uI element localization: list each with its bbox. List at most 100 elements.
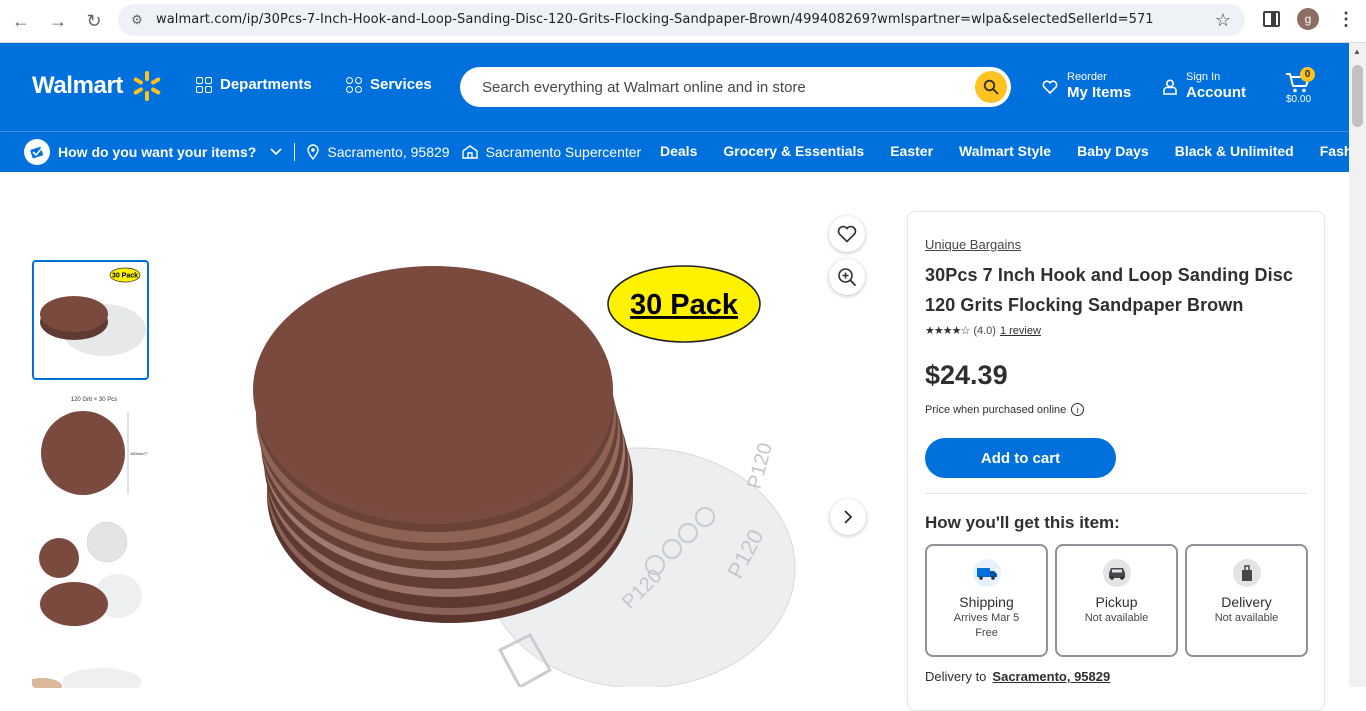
delivery-location: Delivery to Sacramento, 95829 bbox=[925, 669, 1110, 684]
nav-link-grocery[interactable]: Grocery & Essentials bbox=[723, 143, 864, 159]
departments-button[interactable]: Departments bbox=[196, 76, 312, 93]
fulfillment-question: How do you want your items? bbox=[58, 144, 257, 160]
account-big-label: Account bbox=[1186, 84, 1246, 101]
buy-box: Unique Bargains 30Pcs 7 Inch Hook and Lo… bbox=[907, 211, 1325, 711]
back-icon[interactable]: ← bbox=[8, 8, 34, 34]
thumbnail-image: 120 Grit × 30 Pcs 180mm/7" bbox=[41, 397, 149, 495]
shipping-label: Shipping bbox=[959, 594, 1014, 610]
disc-print-text-3: P120 bbox=[744, 440, 777, 491]
address-bar[interactable]: ⚙ walmart.com/ip/30Pcs-7-Inch-Hook-and-L… bbox=[118, 4, 1245, 36]
divider bbox=[294, 143, 296, 161]
account-button[interactable]: Sign In Account bbox=[1163, 71, 1246, 102]
location-zip[interactable]: Sacramento, 95829 bbox=[327, 144, 449, 160]
forward-icon[interactable]: → bbox=[45, 8, 71, 34]
main-product-image[interactable]: P120 P120 P120 30 Pack bbox=[200, 240, 830, 687]
search-button[interactable] bbox=[975, 71, 1007, 103]
services-label: Services bbox=[370, 76, 432, 93]
reload-icon[interactable]: ↻ bbox=[81, 8, 107, 34]
info-icon[interactable]: i bbox=[1071, 403, 1085, 416]
location-pin-icon bbox=[307, 144, 320, 160]
thumbnail-3[interactable] bbox=[32, 520, 149, 640]
delivery-to-label: Delivery to bbox=[925, 669, 987, 684]
thumbnail-badge-text: 30 Pack bbox=[112, 273, 138, 280]
nav-link-easter[interactable]: Easter bbox=[890, 143, 933, 159]
rating-summary[interactable]: ★★★★☆ (4.0) 1 review bbox=[925, 324, 1041, 338]
chevron-down-icon bbox=[270, 148, 282, 156]
services-button[interactable]: Services bbox=[346, 76, 432, 93]
walmart-logo[interactable]: Walmart bbox=[32, 72, 123, 100]
car-icon bbox=[1102, 559, 1131, 587]
bookmark-star-icon[interactable]: ☆ bbox=[1215, 10, 1231, 31]
delivery-location-link[interactable]: Sacramento, 95829 bbox=[992, 669, 1110, 684]
pickup-status: Not available bbox=[1084, 612, 1149, 624]
thumbnail-dimension: 180mm/7" bbox=[130, 451, 149, 456]
user-icon bbox=[1163, 78, 1177, 95]
shipping-option[interactable]: Shipping Arrives Mar 5 Free bbox=[925, 544, 1048, 657]
delivery-bag-icon bbox=[1232, 559, 1261, 587]
thumbnail-2[interactable]: 120 Grit × 30 Pcs 180mm/7" bbox=[32, 390, 149, 510]
services-icon bbox=[346, 76, 362, 93]
price: $24.39 bbox=[925, 360, 1008, 390]
reorder-big-label: My Items bbox=[1067, 84, 1132, 101]
fulfillment-selector[interactable]: How do you want your items? Sacramento, … bbox=[24, 139, 641, 165]
search-input[interactable] bbox=[482, 75, 952, 99]
favorite-button[interactable] bbox=[829, 216, 865, 252]
thumbnail-4[interactable] bbox=[32, 658, 149, 688]
thumbnail-1[interactable]: 30 Pack bbox=[32, 260, 149, 380]
thumbnail-image: 30 Pack bbox=[40, 267, 146, 356]
delivery-label: Delivery bbox=[1221, 594, 1272, 610]
price-note: Price when purchased online i bbox=[925, 403, 1085, 416]
product-photo: P120 P120 P120 30 Pack bbox=[253, 265, 796, 687]
delivery-option[interactable]: Delivery Not available bbox=[1185, 544, 1308, 657]
delivery-status: Not available bbox=[1214, 612, 1279, 624]
next-image-button[interactable] bbox=[830, 499, 866, 535]
search-bar bbox=[460, 67, 1011, 107]
price-note-text: Price when purchased online bbox=[925, 403, 1067, 416]
reorder-button[interactable]: Reorder My Items bbox=[1042, 71, 1131, 102]
cart-count-badge: 0 bbox=[1300, 67, 1315, 82]
search-icon bbox=[983, 79, 999, 95]
chevron-right-icon bbox=[844, 510, 853, 524]
side-panel-icon[interactable] bbox=[1263, 11, 1280, 27]
pickup-option[interactable]: Pickup Not available bbox=[1055, 544, 1178, 657]
scroll-up-icon[interactable]: ▲ bbox=[1353, 47, 1361, 56]
shipping-arrival: Arrives Mar 5 bbox=[953, 612, 1020, 624]
site-settings-icon[interactable]: ⚙ bbox=[128, 11, 146, 29]
heart-icon bbox=[1042, 79, 1058, 94]
review-count-link[interactable]: 1 review bbox=[1000, 325, 1041, 337]
grid-icon bbox=[196, 76, 212, 93]
scrollbar-thumb[interactable] bbox=[1352, 65, 1363, 127]
site-header: Walmart Departments Services Search ever… bbox=[0, 43, 1349, 131]
cart-total: $0.00 bbox=[1286, 94, 1312, 105]
nav-link-walmart-style[interactable]: Walmart Style bbox=[959, 143, 1051, 159]
browser-toolbar: ← → ↻ ⚙ walmart.com/ip/30Pcs-7-Inch-Hook… bbox=[0, 0, 1366, 43]
add-to-cart-button[interactable]: Add to cart bbox=[925, 438, 1116, 478]
category-links: Deals Grocery & Essentials Easter Walmar… bbox=[660, 143, 1366, 159]
heart-icon bbox=[837, 225, 857, 243]
truck-icon bbox=[972, 559, 1001, 587]
nav-link-baby-days[interactable]: Baby Days bbox=[1077, 143, 1149, 159]
nav-link-black-unlimited[interactable]: Black & Unlimited bbox=[1175, 143, 1294, 159]
thumbnail-image bbox=[39, 521, 142, 626]
thumbnail-caption: 120 Grit × 30 Pcs bbox=[71, 397, 118, 403]
product-title: 30Pcs 7 Inch Hook and Loop Sanding Disc … bbox=[925, 265, 1293, 315]
departments-label: Departments bbox=[220, 76, 312, 93]
pickup-label: Pickup bbox=[1095, 594, 1138, 610]
fulfillment-icon bbox=[24, 139, 50, 165]
reorder-small-label: Reorder bbox=[1067, 71, 1107, 83]
star-rating-icon: ★★★★☆ bbox=[925, 325, 970, 337]
profile-avatar[interactable]: g bbox=[1297, 8, 1319, 30]
sub-header: How do you want your items? Sacramento, … bbox=[0, 131, 1366, 172]
cart-button[interactable]: 0 $0.00 bbox=[1283, 67, 1323, 107]
page-scrollbar[interactable]: ▲ bbox=[1349, 43, 1366, 687]
divider bbox=[925, 493, 1307, 494]
thumbnail-image bbox=[32, 668, 142, 688]
browser-menu-icon[interactable]: ⋮ bbox=[1337, 8, 1355, 30]
url-text[interactable]: walmart.com/ip/30Pcs-7-Inch-Hook-and-Loo… bbox=[156, 12, 1154, 27]
store-name[interactable]: Sacramento Supercenter bbox=[486, 144, 642, 160]
spark-logo-icon[interactable] bbox=[130, 69, 164, 103]
fulfillment-heading: How you'll get this item: bbox=[925, 513, 1120, 532]
nav-link-deals[interactable]: Deals bbox=[660, 143, 697, 159]
zoom-button[interactable] bbox=[829, 259, 865, 295]
seller-link[interactable]: Unique Bargains bbox=[925, 237, 1021, 252]
